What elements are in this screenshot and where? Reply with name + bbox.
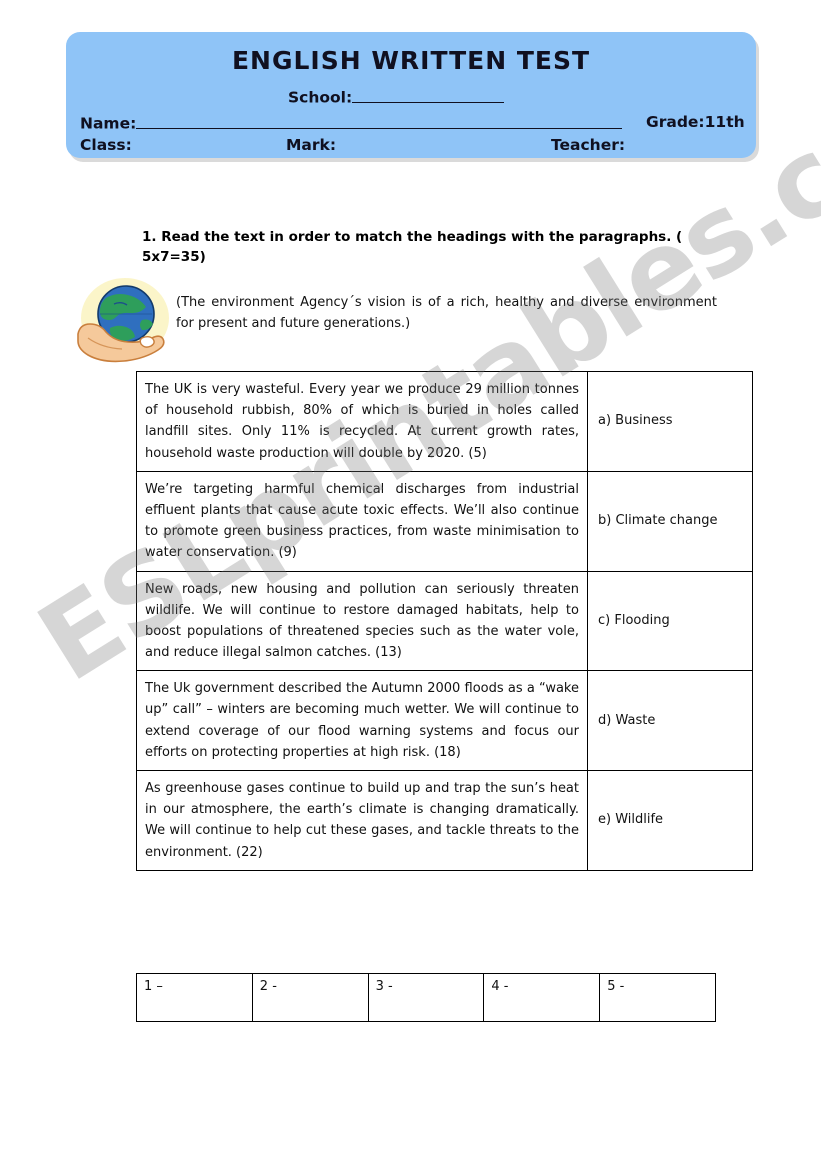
teacher-label: Teacher: [551,136,626,154]
paragraph-cell: As greenhouse gases continue to build up… [136,770,588,871]
school-input-rule[interactable] [352,87,505,103]
table-row: The Uk government described the Autumn 2… [136,670,753,771]
header-banner: ENGLISH WRITTEN TEST School: Name: Grade… [66,32,756,158]
table-row: We’re targeting harmful chemical dischar… [136,470,753,572]
answer-cell-4[interactable]: 4 - [483,973,601,1022]
paragraph-cell: The UK is very wasteful. Every year we p… [136,371,588,472]
heading-cell[interactable]: b) Climate change [587,470,753,572]
school-field: School: [288,87,505,107]
answer-cell-5[interactable]: 5 - [599,973,716,1022]
hand-holding-globe-icon [70,276,182,374]
table-row: The UK is very wasteful. Every year we p… [136,371,753,472]
table-row: As greenhouse gases continue to build up… [136,770,753,871]
heading-cell[interactable]: d) Waste [587,670,753,771]
answer-cell-3[interactable]: 3 - [367,973,485,1022]
answer-table: 1 – 2 - 3 - 4 - 5 - [136,973,716,1022]
heading-cell[interactable]: e) Wildlife [587,770,753,871]
answer-row: 1 – 2 - 3 - 4 - 5 - [136,973,716,1022]
name-label: Name: [80,114,137,133]
name-field: Name: [80,113,623,133]
heading-cell[interactable]: c) Flooding [587,570,753,672]
school-label: School: [288,88,353,107]
grade-label: Grade:11th [646,113,745,131]
name-input-rule[interactable] [136,113,623,129]
table-row: New roads, new housing and pollution can… [136,570,753,672]
paragraph-cell: The Uk government described the Autumn 2… [136,670,588,771]
exercise-instruction: 1. Read the text in order to match the h… [142,229,683,265]
paragraph-cell: We’re targeting harmful chemical dischar… [136,470,588,572]
matching-table: The UK is very wasteful. Every year we p… [136,371,753,871]
class-label: Class: [80,136,132,154]
intro-paragraph: (The environment Agency´s vision is of a… [176,295,717,332]
paragraph-cell: New roads, new housing and pollution can… [136,570,588,672]
page-title: ENGLISH WRITTEN TEST [231,46,591,75]
mark-label: Mark: [286,136,337,154]
answer-cell-1[interactable]: 1 – [136,973,253,1022]
answer-cell-2[interactable]: 2 - [251,973,369,1022]
heading-cell[interactable]: a) Business [587,371,753,472]
